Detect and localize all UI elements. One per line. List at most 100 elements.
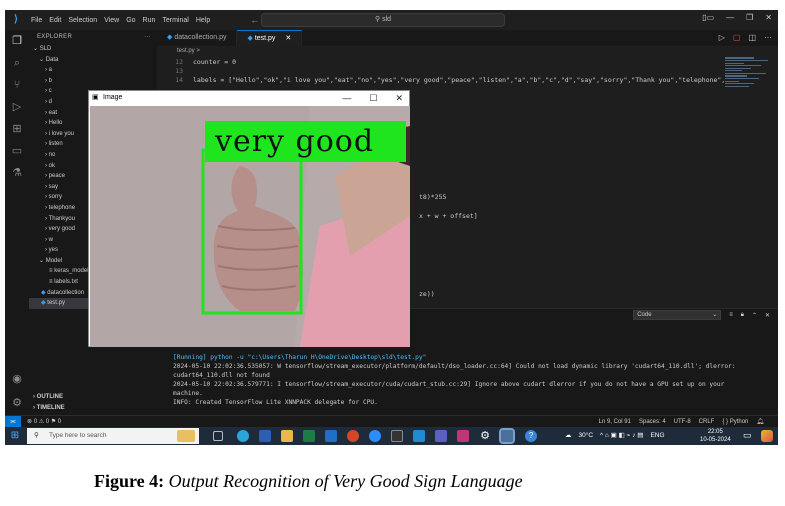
tree-label: a	[48, 67, 53, 74]
python-file-icon: ◆	[41, 289, 46, 296]
testing-icon[interactable]: ⚗	[5, 162, 29, 184]
menu-edit[interactable]: Edit	[49, 17, 61, 24]
weather-icon[interactable]: ☁︎	[565, 427, 572, 445]
menu-selection[interactable]: Selection	[68, 17, 97, 24]
search-icon: ⚲	[34, 432, 39, 439]
teams-icon[interactable]	[435, 430, 447, 442]
tree-label: Thankyou	[48, 215, 75, 222]
terminal-icon[interactable]	[391, 430, 403, 442]
language-indicator[interactable]: ENG	[650, 427, 664, 445]
chevron-down-icon: ⌄	[712, 312, 718, 318]
task-view-icon[interactable]	[213, 431, 223, 441]
maximize-button[interactable]: ❐	[746, 13, 753, 22]
close-panel-icon[interactable]: ✕	[765, 312, 770, 319]
tree-label: Model	[45, 257, 63, 264]
extensions-icon[interactable]: ⊞	[5, 118, 29, 140]
menu-view[interactable]: View	[104, 17, 119, 24]
tab-datacollection[interactable]: ◆ datacollection.py	[157, 30, 238, 46]
python-file-icon: ◆	[41, 300, 46, 307]
taskbar-clock[interactable]: 22:05 10-05-2024	[700, 428, 731, 444]
copilot-icon[interactable]	[761, 430, 773, 442]
close-button[interactable]: ✕	[765, 13, 772, 22]
settings-gear-icon[interactable]: ⚙	[479, 430, 491, 442]
menu-bar: File Edit Selection View Go Run Terminal…	[31, 17, 210, 24]
tree-label: i love you	[48, 130, 75, 137]
output-line: 2024-05-10 22:02:36.579771: I tensorflow…	[173, 381, 725, 388]
remote-explorer-icon[interactable]: ▭	[5, 140, 29, 162]
image-window-titlebar[interactable]: ▣ Image — ☐ ✕	[89, 91, 409, 105]
close-tab-icon[interactable]: ✕	[285, 35, 291, 42]
windows-start-icon[interactable]: ⊞	[9, 430, 21, 442]
menu-run[interactable]: Run	[143, 17, 156, 24]
source-control-icon[interactable]: ⑂	[5, 74, 29, 96]
tree-label: datacollection	[47, 289, 84, 296]
select-value: Code	[637, 312, 652, 318]
tree-label: sorry	[48, 194, 63, 201]
window-app-icon: ▣	[92, 94, 99, 101]
code-line-14: 14 labels = ["Hello","ok","i love you","e…	[175, 76, 726, 84]
output-line: cudart64_110.dll not found	[173, 372, 270, 379]
menu-go[interactable]: Go	[126, 17, 135, 24]
python-app-icon[interactable]	[499, 428, 515, 444]
help-icon[interactable]: ?	[525, 430, 537, 442]
file-explorer-icon[interactable]	[281, 430, 293, 442]
word-icon[interactable]	[259, 430, 271, 442]
run-debug-icon[interactable]: ▷	[5, 96, 29, 118]
tray-icons[interactable]: ^ ⌂ ▣ ◧ ⌁ ♪ ▤	[600, 427, 643, 445]
tree-label: eat	[48, 109, 58, 116]
tree-folder-a[interactable]: › a	[29, 65, 157, 76]
zoom-icon[interactable]	[369, 430, 381, 442]
photos-icon[interactable]	[457, 430, 469, 442]
output-channel-select[interactable]: Code ⌄	[633, 310, 722, 320]
outline-section[interactable]: › OUTLINE	[29, 392, 63, 403]
notification-center-icon[interactable]: ▭	[743, 430, 752, 441]
tree-label: very good	[48, 226, 76, 233]
layout-icon[interactable]: ▯▭	[702, 13, 714, 22]
tree-folder-b[interactable]: › b	[29, 76, 157, 87]
run-icon[interactable]: ▷	[719, 30, 725, 46]
mail-icon[interactable]	[325, 430, 337, 442]
more-actions-icon[interactable]: ···	[144, 30, 151, 44]
more-actions-icon[interactable]: ···	[764, 30, 772, 46]
opencv-image-window[interactable]: ▣ Image — ☐ ✕ very good	[88, 90, 410, 347]
tab-test-py[interactable]: ◆ test.py ✕	[237, 30, 303, 46]
split-editor-icon[interactable]: ◫	[748, 30, 756, 46]
menu-terminal[interactable]: Terminal	[162, 17, 188, 24]
minimize-button[interactable]: —	[726, 13, 734, 22]
code-text: labels = ["Hello","ok","i love you","eat…	[193, 76, 726, 84]
maximize-button[interactable]: ☐	[369, 91, 377, 105]
manage-gear-icon[interactable]: ⚙	[5, 392, 29, 414]
minimap[interactable]	[725, 56, 773, 126]
menu-help[interactable]: Help	[196, 17, 210, 24]
lock-scroll-icon[interactable]: 🔒︎	[741, 312, 744, 319]
tree-label: d	[48, 98, 53, 105]
editor-tabs: ◆ datacollection.py ◆ test.py ✕ ▷ ▢ ◫ ···	[157, 30, 778, 46]
command-search-input[interactable]: ⚲ sld	[261, 13, 505, 27]
account-icon[interactable]: ◉	[5, 368, 29, 390]
menu-file[interactable]: File	[31, 17, 42, 24]
tree-label: telephone	[48, 204, 76, 211]
maximize-panel-icon[interactable]: ⌃	[752, 312, 757, 319]
section-label: TIMELINE	[36, 405, 65, 411]
weather-temp[interactable]: 30°C	[579, 427, 594, 445]
excel-icon[interactable]	[303, 430, 315, 442]
powerpoint-icon[interactable]	[347, 430, 359, 442]
close-button[interactable]: ✕	[395, 91, 403, 105]
edge-icon[interactable]	[237, 430, 249, 442]
tree-label: b	[48, 77, 53, 84]
explorer-title: EXPLORER	[37, 34, 73, 40]
vscode-icon[interactable]	[413, 430, 425, 442]
explorer-icon[interactable]: ❐	[5, 30, 29, 52]
timeline-section[interactable]: › TIMELINE	[29, 403, 65, 414]
python-file-icon: ◆	[247, 35, 255, 42]
tree-folder-data[interactable]: ⌄ Data	[29, 55, 157, 66]
taskbar-search-input[interactable]: ⚲ Type here to search	[27, 428, 199, 444]
tree-root-sld[interactable]: ⌄ SLD	[29, 44, 157, 55]
clear-output-icon[interactable]: ≡	[729, 312, 733, 318]
code-line-13: 13	[175, 67, 183, 75]
breadcrumb[interactable]: test.py >	[157, 46, 717, 56]
code-fragment: ze))	[419, 290, 435, 298]
minimize-button[interactable]: —	[342, 91, 351, 105]
search-icon[interactable]: ⌕	[5, 52, 29, 74]
stop-icon[interactable]: ▢	[733, 30, 741, 46]
